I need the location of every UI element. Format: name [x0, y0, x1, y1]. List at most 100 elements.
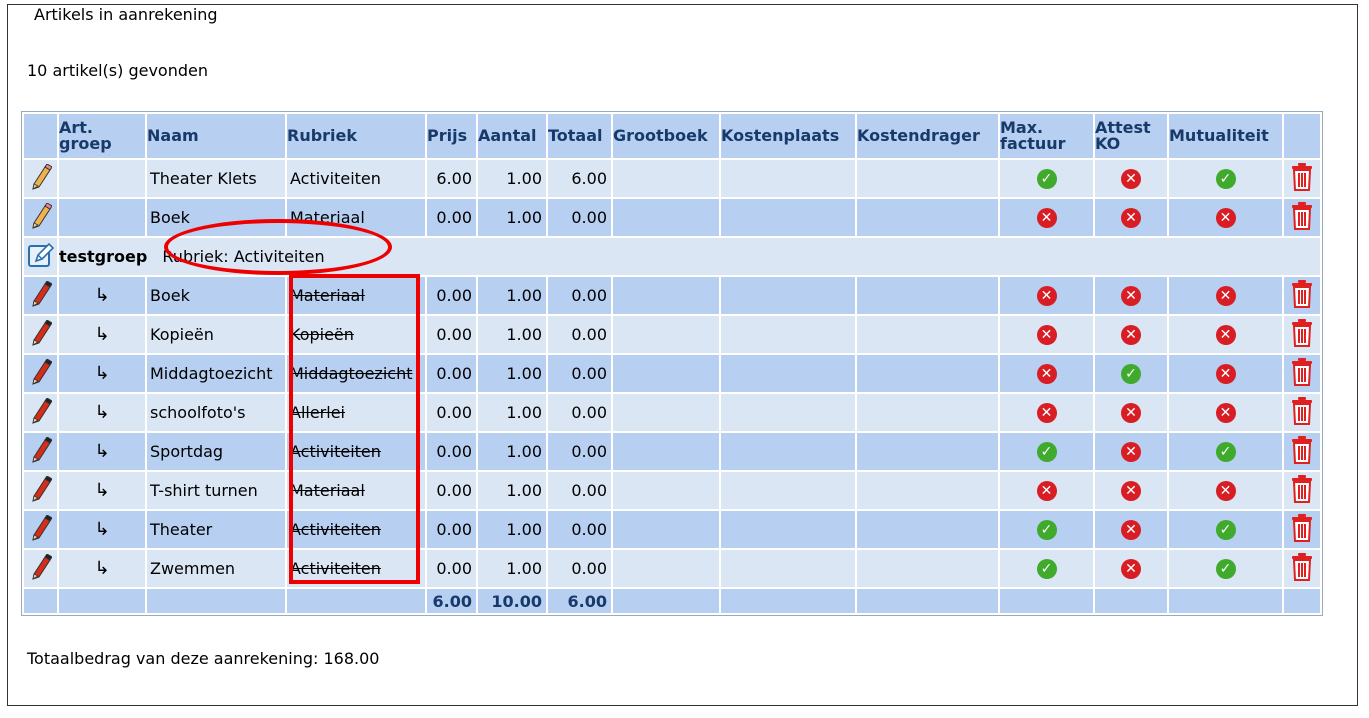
- art-groep-cell: ↳: [59, 511, 145, 548]
- naam-cell: Boek: [147, 277, 285, 314]
- x-circle-icon: ✕: [1215, 481, 1236, 501]
- prijs-cell: 6.00: [427, 160, 476, 197]
- trash-icon[interactable]: [1291, 318, 1313, 351]
- col-delete: [1284, 114, 1320, 158]
- trash-icon[interactable]: [1291, 435, 1313, 468]
- delete-cell[interactable]: [1284, 433, 1320, 470]
- pencil-icon[interactable]: [30, 201, 53, 233]
- edit-cell[interactable]: [24, 433, 57, 470]
- art-groep-cell: [59, 199, 145, 236]
- pencil-icon[interactable]: [30, 162, 53, 194]
- trash-icon[interactable]: [1291, 552, 1313, 585]
- pencil-icon[interactable]: [30, 396, 53, 428]
- trash-icon[interactable]: [1291, 201, 1313, 234]
- edit-cell[interactable]: [24, 355, 57, 392]
- x-circle-icon: ✕: [1215, 208, 1236, 228]
- pencil-icon[interactable]: [30, 279, 53, 311]
- rubriek-cell: Activiteiten: [287, 511, 425, 548]
- mutualiteit-cell: ✓: [1169, 511, 1282, 548]
- naam-cell: Kopieën: [147, 316, 285, 353]
- prijs-cell: 0.00: [427, 394, 476, 431]
- table-row: ↳ Boek Materiaal 0.00 1.00 0.00 ✕ ✕ ✕: [24, 277, 1320, 314]
- naam-cell: Boek: [147, 199, 285, 236]
- delete-cell[interactable]: [1284, 199, 1320, 236]
- delete-cell[interactable]: [1284, 277, 1320, 314]
- naam-cell: T-shirt turnen: [147, 472, 285, 509]
- table-row: ↳ Sportdag Activiteiten 0.00 1.00 0.00 ✓…: [24, 433, 1320, 470]
- max-factuur-cell: ✓: [1000, 433, 1093, 470]
- pencil-icon[interactable]: [30, 552, 53, 584]
- trash-icon[interactable]: [1291, 162, 1313, 195]
- x-circle-icon: ✕: [1121, 286, 1141, 306]
- rubriek-cell: Kopieën: [287, 316, 425, 353]
- pencil-icon[interactable]: [30, 474, 53, 506]
- trash-icon[interactable]: [1291, 513, 1313, 546]
- edit-cell[interactable]: [24, 550, 57, 587]
- grootboek-cell: [613, 550, 719, 587]
- trash-icon[interactable]: [1291, 396, 1313, 429]
- edit-cell[interactable]: [24, 511, 57, 548]
- max-factuur-cell: ✕: [1000, 316, 1093, 353]
- prijs-cell: 0.00: [427, 433, 476, 470]
- mutualiteit-cell: ✕: [1169, 277, 1282, 314]
- totaal-cell: 0.00: [548, 199, 611, 236]
- grootboek-cell: [613, 511, 719, 548]
- pencil-icon[interactable]: [30, 357, 53, 389]
- rubriek-cell: Activiteiten: [287, 160, 425, 197]
- delete-cell[interactable]: [1284, 160, 1320, 197]
- edit-cell[interactable]: [24, 394, 57, 431]
- edit-cell[interactable]: [24, 316, 57, 353]
- naam-cell: Theater Klets: [147, 160, 285, 197]
- edit-cell[interactable]: [24, 277, 57, 314]
- delete-cell[interactable]: [1284, 511, 1320, 548]
- grootboek-cell: [613, 277, 719, 314]
- x-circle-icon: ✕: [1121, 520, 1141, 540]
- pencil-icon[interactable]: [30, 318, 53, 350]
- table-row: Boek Materiaal 0.00 1.00 0.00 ✕ ✕ ✕: [24, 199, 1320, 236]
- trash-icon[interactable]: [1291, 474, 1313, 507]
- grootboek-cell: [613, 160, 719, 197]
- edit-note-icon[interactable]: [27, 242, 54, 272]
- edit-cell[interactable]: [24, 199, 57, 236]
- x-circle-icon: ✕: [1121, 169, 1141, 189]
- col-art-groep: Art. groep: [59, 114, 145, 158]
- delete-cell[interactable]: [1284, 394, 1320, 431]
- col-totaal: Totaal: [548, 114, 611, 158]
- rubriek-cell: Materiaal: [287, 277, 425, 314]
- totaal-cell: 0.00: [548, 511, 611, 548]
- delete-cell[interactable]: [1284, 472, 1320, 509]
- pencil-icon[interactable]: [30, 513, 53, 545]
- delete-cell[interactable]: [1284, 550, 1320, 587]
- check-circle-icon: ✓: [1215, 169, 1236, 189]
- attest-ko-cell: ✕: [1095, 160, 1167, 197]
- totals-row: 6.00 10.00 6.00: [24, 589, 1320, 613]
- trash-icon[interactable]: [1291, 279, 1313, 312]
- kostendrager-cell: [857, 550, 998, 587]
- max-factuur-cell: ✓: [1000, 511, 1093, 548]
- edit-cell[interactable]: [24, 160, 57, 197]
- col-max-factuur: Max. factuur: [1000, 114, 1093, 158]
- table-row: ↳ T-shirt turnen Materiaal 0.00 1.00 0.0…: [24, 472, 1320, 509]
- delete-cell[interactable]: [1284, 316, 1320, 353]
- pencil-icon[interactable]: [30, 435, 53, 467]
- aantal-cell: 1.00: [478, 511, 546, 548]
- x-circle-icon: ✕: [1215, 286, 1236, 306]
- x-circle-icon: ✕: [1121, 325, 1141, 345]
- rubriek-cell: Materiaal: [287, 199, 425, 236]
- art-groep-cell: ↳: [59, 433, 145, 470]
- x-circle-icon: ✕: [1036, 403, 1057, 423]
- delete-cell[interactable]: [1284, 355, 1320, 392]
- mutualiteit-cell: ✕: [1169, 472, 1282, 509]
- kostendrager-cell: [857, 511, 998, 548]
- edit-cell[interactable]: [24, 472, 57, 509]
- aantal-cell: 1.00: [478, 472, 546, 509]
- trash-icon[interactable]: [1291, 357, 1313, 390]
- naam-cell: schoolfoto's: [147, 394, 285, 431]
- naam-cell: Zwemmen: [147, 550, 285, 587]
- mutualiteit-cell: ✓: [1169, 433, 1282, 470]
- x-circle-icon: ✕: [1036, 208, 1057, 228]
- mutualiteit-cell: ✕: [1169, 394, 1282, 431]
- kostenplaats-cell: [721, 550, 855, 587]
- group-edit-cell[interactable]: [24, 238, 57, 275]
- aantal-cell: 1.00: [478, 394, 546, 431]
